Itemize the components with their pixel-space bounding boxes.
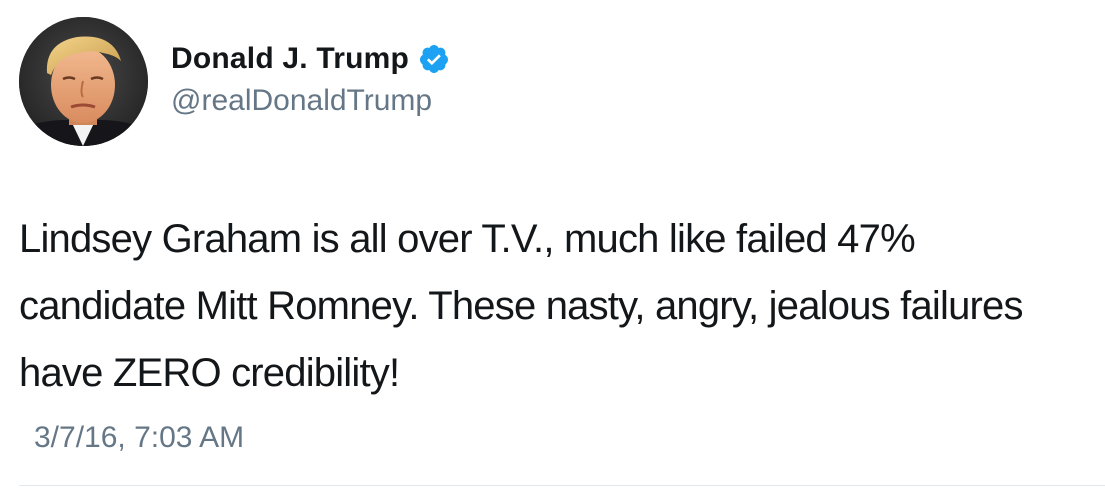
- tweet-timestamp[interactable]: 3/7/16, 7:03 AM: [34, 421, 244, 455]
- display-name[interactable]: Donald J. Trump: [171, 42, 409, 76]
- tweet-text: Lindsey Graham is all over T.V., much li…: [19, 217, 1024, 395]
- author-block: Donald J. Trump @realDonaldTrump: [171, 38, 450, 118]
- tweet-card: Donald J. Trump @realDonaldTrump Lindsey…: [0, 0, 1105, 490]
- name-row: Donald J. Trump: [171, 38, 450, 80]
- avatar-image: [19, 17, 148, 146]
- verified-badge-icon: [418, 43, 450, 75]
- avatar[interactable]: [19, 17, 148, 146]
- user-handle[interactable]: @realDonaldTrump: [171, 84, 450, 118]
- divider: [19, 485, 1105, 486]
